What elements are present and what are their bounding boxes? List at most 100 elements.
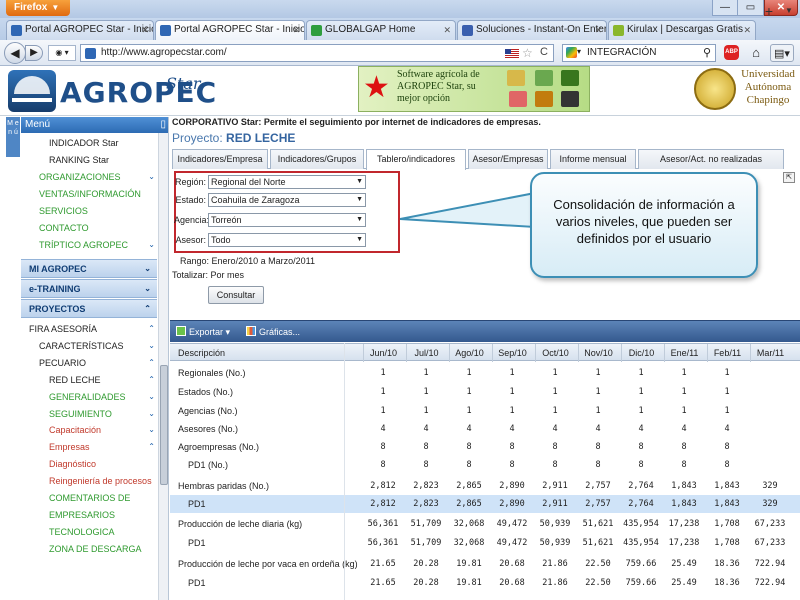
browser-tab[interactable]: Kirulax | Descargas Gratis ✕ [608, 20, 756, 40]
browser-tab[interactable]: GLOBALGAP Home ✕ [306, 20, 456, 40]
bookmark-star-icon[interactable]: ☆ [522, 46, 533, 60]
refresh-icon[interactable]: C [540, 46, 548, 58]
forward-button[interactable]: ▶ [25, 45, 43, 61]
sidebar-project-item[interactable]: ZONA DE DESCARGA [21, 541, 157, 557]
table-row[interactable]: Agroempresas (No.) 8 8 8 8 8 8 8 8 8 [170, 438, 800, 456]
browser-tab[interactable]: Soluciones - Instant-On Enterpri...✕ [457, 20, 607, 40]
fruit-tile-icon [509, 91, 527, 107]
sidebar-item[interactable]: TRÍPTICO AGROPEC ⌄ [21, 237, 157, 253]
magnifier-icon[interactable]: ⚲ [703, 46, 711, 59]
close-tab-icon[interactable]: ✕ [292, 21, 300, 39]
report-tab[interactable]: Asesor/Act. no realizadas [638, 149, 784, 169]
sidebar-item[interactable]: VENTAS/INFORMACIÓN [21, 186, 157, 202]
grid-header-month[interactable]: Ago/10 [449, 344, 489, 362]
sidebar-project-item[interactable]: EMPRESARIOS [21, 507, 157, 523]
pin-icon[interactable]: ▯ [160, 117, 166, 133]
sidebar-item[interactable]: SERVICIOS [21, 203, 157, 219]
close-tab-icon[interactable]: ✕ [743, 21, 751, 39]
expand-icon[interactable]: ⇱ [783, 172, 795, 183]
table-row[interactable]: Regionales (No.) 1 1 1 1 1 1 1 1 1 [170, 364, 800, 382]
table-row[interactable]: Producción de leche diaria (kg) 56,361 51,… [170, 515, 800, 533]
consultar-button[interactable]: Consultar [208, 286, 264, 304]
sidebar-item[interactable]: CONTACTO [21, 220, 157, 236]
sidebar-project-item[interactable]: TECNOLOGICA [21, 524, 157, 540]
back-button[interactable]: ◀ [4, 42, 26, 64]
table-row[interactable]: PD1 21.65 20.28 19.81 20.68 21.86 22.50 759.66 2… [170, 574, 800, 592]
sidebar-project-item[interactable]: GENERALIDADES ⌄ [21, 389, 157, 405]
report-tab[interactable]: Tablero/indicadores [366, 149, 466, 170]
grid-header-month[interactable]: Mar/11 [750, 344, 790, 362]
export-button[interactable]: Exportar ▾ [176, 324, 230, 340]
sidebar-project-item[interactable]: SEGUIMIENTO ⌄ [21, 406, 157, 422]
home-icon[interactable]: ⌂ [746, 44, 766, 62]
firefox-menu-button[interactable]: Firefox ▼ [6, 0, 70, 16]
university-logo[interactable]: Universidad Autónoma Chapingo [690, 66, 798, 114]
browser-tab[interactable]: Portal AGROPEC Star - Inicio ✕ [155, 20, 305, 41]
table-row[interactable]: Asesores (No.) 4 4 4 4 4 4 4 4 4 [170, 420, 800, 438]
adblock-button[interactable]: ABP [722, 44, 742, 62]
grid-cell: 1 [380, 368, 386, 378]
search-input[interactable]: INTEGRACIÓN [587, 47, 656, 58]
browser-tab-label: Portal AGROPEC Star - Inicio [25, 24, 154, 35]
grid-cell: 8 [681, 442, 687, 452]
table-row[interactable]: Producción de leche por vaca en ordeña (… [170, 555, 800, 573]
url-text[interactable]: http://www.agropecstar.com/ [101, 47, 227, 58]
report-tab[interactable]: Asesor/Empresas [468, 149, 548, 169]
report-tab[interactable]: Informe mensual [550, 149, 636, 169]
grid-header-month[interactable]: Feb/11 [707, 344, 747, 362]
minimize-button[interactable]: — [712, 0, 738, 16]
sidebar-section[interactable]: PROYECTOS ⌃ [21, 299, 157, 318]
sidebar-project-item[interactable]: PECUARIO ⌃ [21, 355, 157, 371]
search-bar[interactable]: ▾ INTEGRACIÓN ⚲ [562, 44, 716, 62]
table-row[interactable]: PD1 2,812 2,823 2,865 2,890 2,911 2,757 2,764 1,… [170, 495, 800, 513]
search-engine-icon[interactable]: ▾ [566, 47, 586, 59]
new-tab-button[interactable]: + [760, 2, 778, 20]
sidebar-project-item[interactable]: FIRA ASESORÍA ⌃ [21, 321, 157, 337]
sidebar-project-item[interactable]: Capacitación ⌄ [21, 422, 157, 438]
table-row[interactable]: PD1 56,361 51,709 32,068 49,472 50,939 51,621 4… [170, 534, 800, 552]
grid-header-description[interactable]: Descripción [178, 344, 225, 362]
grid-header-month[interactable]: Oct/10 [535, 344, 575, 362]
sidebar-section[interactable]: MI AGROPEC ⌄ [21, 259, 157, 278]
sidebar-project-item[interactable]: COMENTARIOS DE [21, 490, 157, 506]
sidebar-item[interactable]: ORGANIZACIONES ⌄ [21, 169, 157, 185]
grid-header-month[interactable]: Nov/10 [578, 344, 618, 362]
close-tab-icon[interactable]: ✕ [594, 21, 602, 39]
table-row[interactable]: Agencias (No.) 1 1 1 1 1 1 1 1 1 [170, 402, 800, 420]
filter-select[interactable]: Coahuila de Zaragoza ▼ [208, 193, 366, 207]
sidebar-project-item[interactable]: Diagnóstico [21, 456, 157, 472]
agropec-logo[interactable]: AGROPEC Star [6, 70, 216, 112]
close-tab-icon[interactable]: ✕ [443, 21, 451, 39]
filter-select[interactable]: Regional del Norte ▼ [208, 175, 366, 189]
table-row[interactable]: PD1 (No.) 8 8 8 8 8 8 8 8 8 [170, 456, 800, 474]
table-row[interactable]: Estados (No.) 1 1 1 1 1 1 1 1 1 [170, 383, 800, 401]
graficas-button[interactable]: Gráficas... [246, 324, 300, 340]
history-dropdown-button[interactable]: ◉ ▾ [48, 45, 76, 61]
sidebar-item[interactable]: RANKING Star [21, 152, 157, 168]
software-ad-banner[interactable]: ★ Software agrícola de AGROPEC Star, su … [358, 66, 590, 112]
tools-menu-button[interactable]: ▤▾ [770, 44, 794, 62]
url-bar[interactable]: http://www.agropecstar.com/ ☆ C [80, 44, 554, 62]
sidebar-project-item[interactable]: RED LECHE ⌃ [21, 372, 157, 388]
report-tab[interactable]: Indicadores/Grupos [270, 149, 364, 169]
tab-list-button[interactable]: ▼ [782, 2, 796, 20]
scrollbar-thumb[interactable] [160, 365, 168, 485]
sidebar-scrollbar[interactable] [158, 133, 168, 600]
close-tab-icon[interactable]: ✕ [141, 21, 149, 39]
grid-header-month[interactable]: Jul/10 [406, 344, 446, 362]
grid-header-month[interactable]: Ene/11 [664, 344, 704, 362]
sidebar-project-item[interactable]: CARACTERÍSTICAS ⌄ [21, 338, 157, 354]
filter-select[interactable]: Todo ▼ [208, 233, 366, 247]
sidebar-project-item[interactable]: Reingeniería de procesos [21, 473, 157, 489]
grid-header-month[interactable]: Jun/10 [363, 344, 403, 362]
report-tab[interactable]: Indicadores/Empresa [172, 149, 268, 169]
filter-select[interactable]: Torreón ▼ [208, 213, 366, 227]
vertical-menu-tab[interactable]: M e n ú [6, 117, 20, 157]
sidebar-item[interactable]: INDICADOR Star [21, 135, 157, 151]
grid-header-month[interactable]: Dic/10 [621, 344, 661, 362]
table-row[interactable]: Hembras paridas (No.) 2,812 2,823 2,865 2,89… [170, 477, 800, 495]
browser-tab[interactable]: Portal AGROPEC Star - Inicio ✕ [6, 20, 154, 40]
sidebar-section[interactable]: e-TRAINING ⌄ [21, 279, 157, 298]
sidebar-project-item[interactable]: Empresas ⌃ [21, 439, 157, 455]
grid-header-month[interactable]: Sep/10 [492, 344, 532, 362]
